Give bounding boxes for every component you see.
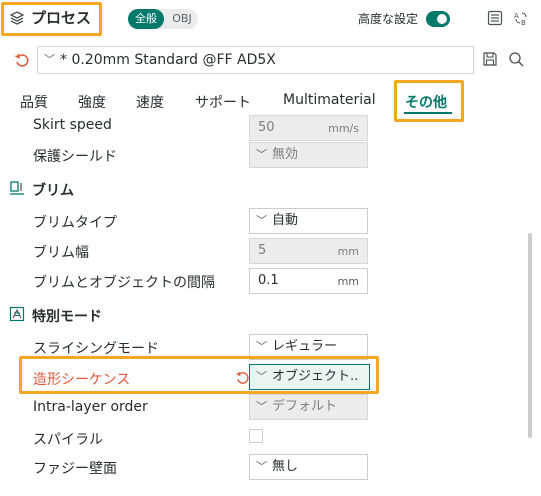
slicing-mode-select[interactable]: ﹀ レギュラー xyxy=(249,334,368,360)
spiral-checkbox[interactable] xyxy=(249,429,263,443)
reset-icon[interactable] xyxy=(235,370,250,385)
spiral-label: スパイラル xyxy=(33,432,103,448)
brim-width-label: ブリム幅 xyxy=(33,245,89,261)
slicing-mode-label: スライシングモード xyxy=(33,341,159,357)
intra-layer-label: Intra-layer order xyxy=(33,399,148,415)
brim-gap-label: ブリムとオブジェクトの間隔 xyxy=(33,275,215,291)
chevron-down-icon: ﹀ xyxy=(256,370,267,383)
skirt-speed-unit: mm/s xyxy=(328,122,359,135)
fuzzy-skin-label: ファジー壁面 xyxy=(33,461,117,477)
brim-gap-value: 0.1 xyxy=(258,273,279,288)
brim-type-value: 自動 xyxy=(272,213,299,228)
slicing-mode-value: レギュラー xyxy=(272,339,338,354)
intra-layer-select: ﹀ デフォルト xyxy=(249,394,368,420)
top-bar: プロセス 全般 OBJ 高度な設定 A B xyxy=(0,0,541,38)
sync-icon[interactable]: A B xyxy=(513,10,529,26)
shield-select: ﹀ 無効 xyxy=(249,142,368,168)
active-tab-underline xyxy=(404,112,452,114)
brim-gap-field[interactable]: 0.1 mm xyxy=(249,268,368,294)
list-icon[interactable] xyxy=(487,10,503,26)
tab-multimaterial[interactable]: Multimaterial xyxy=(283,92,376,108)
print-sequence-select[interactable]: ﹀ オブジェクト.. xyxy=(249,364,370,390)
shield-label: 保護シールド xyxy=(33,149,117,165)
undo-icon[interactable] xyxy=(14,52,30,68)
tab-strength[interactable]: 強度 xyxy=(78,92,106,112)
svg-text:A: A xyxy=(514,12,519,20)
tab-others[interactable]: その他 xyxy=(405,92,447,112)
brim-type-select[interactable]: ﹀ 自動 xyxy=(249,208,368,234)
shield-value: 無効 xyxy=(272,147,299,162)
tab-speed[interactable]: 速度 xyxy=(136,92,164,112)
tab-quality[interactable]: 品質 xyxy=(20,92,48,112)
save-icon[interactable] xyxy=(482,51,498,67)
print-sequence-value: オブジェクト.. xyxy=(272,369,359,384)
intra-layer-value: デフォルト xyxy=(272,399,338,414)
scope-all-button[interactable]: 全般 xyxy=(128,9,164,29)
tab-support[interactable]: サポート xyxy=(195,92,251,112)
advanced-settings-switch[interactable] xyxy=(426,11,450,27)
special-mode-icon xyxy=(9,306,25,322)
brim-icon xyxy=(10,181,24,195)
scope-obj-button[interactable]: OBJ xyxy=(167,9,197,29)
fuzzy-skin-value: 無し xyxy=(272,459,299,474)
brim-width-field: 5 mm xyxy=(249,238,368,264)
scope-toggle[interactable]: 全般 OBJ xyxy=(128,9,198,29)
preset-select[interactable]: ﹀ * 0.20mm Standard @FF AD5X xyxy=(37,46,474,74)
svg-text:B: B xyxy=(521,19,526,26)
preset-name: * 0.20mm Standard @FF AD5X xyxy=(60,52,276,68)
print-sequence-label: 造形シーケンス xyxy=(33,372,131,388)
chevron-down-icon: ﹀ xyxy=(44,53,55,66)
special-mode-section-title: 特別モード xyxy=(32,309,102,325)
chevron-down-icon: ﹀ xyxy=(256,460,267,473)
chevron-down-icon: ﹀ xyxy=(256,148,267,161)
brim-width-value: 5 xyxy=(258,243,267,258)
fuzzy-skin-select[interactable]: ﹀ 無し xyxy=(249,454,368,480)
brim-section-title: ブリム xyxy=(32,183,74,199)
brim-type-label: ブリムタイプ xyxy=(33,215,117,231)
chevron-down-icon: ﹀ xyxy=(256,340,267,353)
chevron-down-icon: ﹀ xyxy=(256,400,267,413)
advanced-settings-label: 高度な設定 xyxy=(358,12,419,26)
brim-gap-unit: mm xyxy=(337,275,359,288)
skirt-speed-label: Skirt speed xyxy=(33,117,112,133)
scrollbar[interactable] xyxy=(528,233,532,438)
skirt-speed-value: 50 xyxy=(258,120,275,135)
search-icon[interactable] xyxy=(508,51,525,68)
process-title[interactable]: プロセス xyxy=(9,7,91,28)
skirt-speed-field: 50 mm/s xyxy=(249,115,368,141)
process-label: プロセス xyxy=(31,9,92,27)
chevron-down-icon: ﹀ xyxy=(256,214,267,227)
layers-icon xyxy=(9,10,25,25)
brim-width-unit: mm xyxy=(337,245,359,258)
